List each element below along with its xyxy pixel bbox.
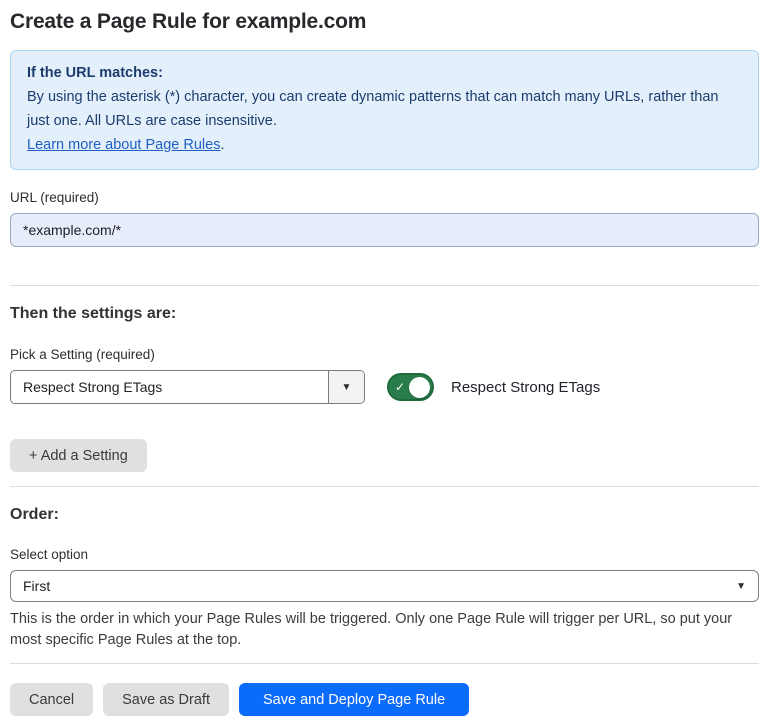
learn-more-link[interactable]: Learn more about Page Rules: [27, 137, 220, 153]
setting-row: Respect Strong ETags ▼ ✓ Respect Strong …: [10, 370, 759, 404]
cancel-button[interactable]: Cancel: [10, 683, 93, 716]
info-box-body: By using the asterisk (*) character, you…: [27, 85, 742, 133]
section-divider: [10, 285, 759, 286]
respect-strong-etags-toggle[interactable]: ✓: [387, 373, 434, 401]
info-box-link-line: Learn more about Page Rules.: [27, 133, 742, 157]
chevron-down-icon: ▼: [736, 581, 746, 592]
order-select-value: First: [23, 578, 50, 594]
pick-setting-label: Pick a Setting (required): [10, 347, 759, 362]
info-box-heading: If the URL matches:: [27, 61, 742, 85]
chevron-down-icon: ▼: [342, 382, 352, 393]
order-select-label: Select option: [10, 547, 759, 562]
url-field-label: URL (required): [10, 190, 759, 205]
setting-select-value: Respect Strong ETags: [11, 371, 328, 403]
setting-select[interactable]: Respect Strong ETags ▼: [10, 370, 365, 404]
section-divider: [10, 486, 759, 487]
toggle-label: Respect Strong ETags: [451, 379, 600, 396]
url-match-info-box: If the URL matches: By using the asteris…: [10, 50, 759, 170]
check-icon: ✓: [395, 380, 405, 394]
save-and-deploy-button[interactable]: Save and Deploy Page Rule: [239, 683, 469, 716]
url-input[interactable]: [10, 213, 759, 247]
page-title: Create a Page Rule for example.com: [10, 10, 759, 34]
order-select[interactable]: First ▼: [10, 570, 759, 602]
save-as-draft-button[interactable]: Save as Draft: [103, 683, 229, 716]
order-section-heading: Order:: [10, 506, 759, 524]
settings-section-heading: Then the settings are:: [10, 305, 759, 323]
setting-select-arrow-button[interactable]: ▼: [328, 371, 364, 403]
toggle-knob: [409, 377, 430, 398]
create-page-rule-panel: Create a Page Rule for example.com If th…: [0, 0, 769, 716]
footer-actions: Cancel Save as Draft Save and Deploy Pag…: [10, 683, 759, 716]
add-setting-button[interactable]: + Add a Setting: [10, 439, 147, 472]
link-suffix: .: [220, 137, 224, 153]
footer-divider: [10, 663, 759, 664]
order-help-text: This is the order in which your Page Rul…: [10, 609, 755, 651]
